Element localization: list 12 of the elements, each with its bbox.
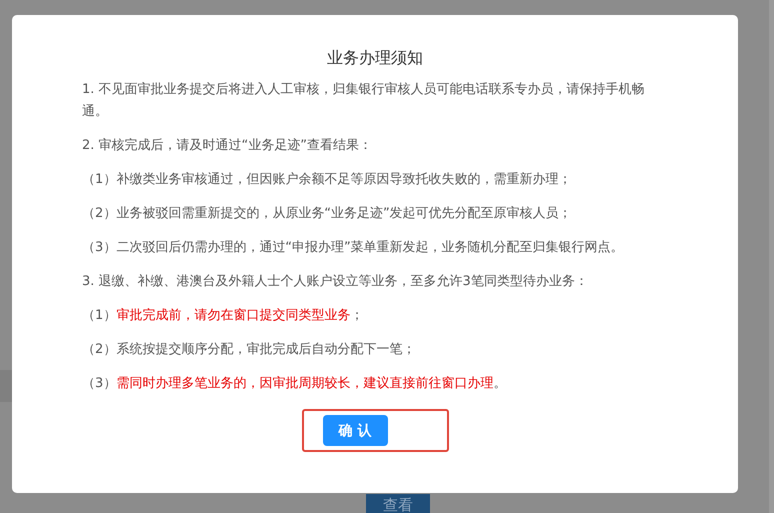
notice-paragraph: （2）业务被驳回需重新提交的，从原业务“业务足迹”发起可优先分配至原审核人员； bbox=[82, 205, 573, 223]
confirm-button[interactable]: 确 认 bbox=[322, 415, 388, 446]
notice-paragraph: （2）系统按提交顺序分配，审批完成后自动分配下一笔； bbox=[82, 341, 416, 359]
notice-paragraph: （3）需同时办理多笔业务的，因审批周期较长，建议直接前往窗口办理。 bbox=[82, 375, 508, 393]
notice-paragraph: （1）补缴类业务审核通过，但因账户余额不足等原因导致托收失败的，需重新办理； bbox=[82, 171, 572, 189]
notice-paragraph: 1. 不见面审批业务提交后将进入人工审核，归集银行审核人员可能电话联系专办员，请保持手机畅通。 bbox=[82, 81, 646, 121]
notice-paragraph: 3. 退缴、补缴、港澳台及外籍人士个人账户设立等业务，至多允许3笔同类型待办业务： bbox=[82, 273, 589, 291]
notice-paragraph: 2. 审核完成后，请及时通过“业务足迹”查看结果： bbox=[82, 137, 374, 155]
dialog-title: 业务办理须知 bbox=[326, 47, 424, 69]
notice-paragraph: （3）二次驳回后仍需办理的，通过“申报办理”菜单重新发起，业务随机分配至归集银行网点。 bbox=[82, 239, 625, 257]
view-button[interactable]: 查看 bbox=[366, 494, 430, 513]
notice-paragraph: （1）审批完成前，请勿在窗口提交同类型业务； bbox=[82, 307, 364, 325]
